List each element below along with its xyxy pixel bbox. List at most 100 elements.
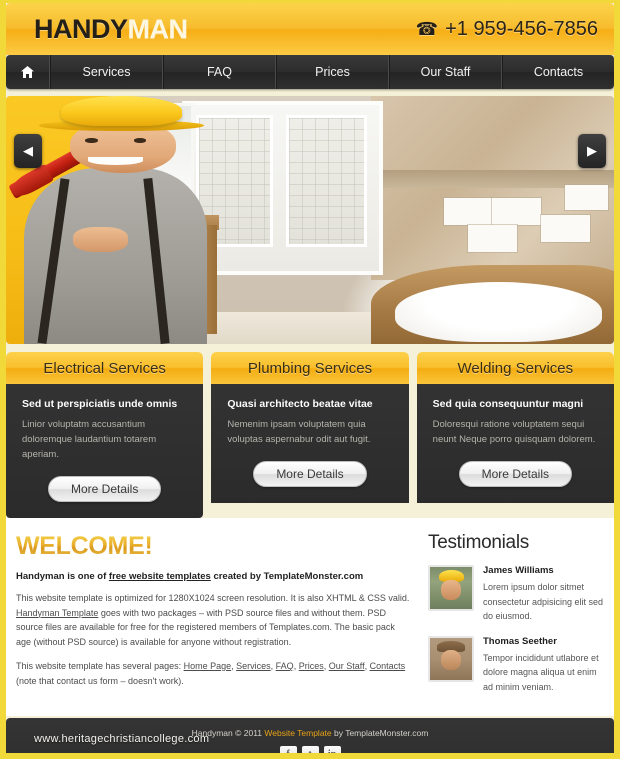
website-template-link[interactable]: Website Template [264,728,331,738]
page-root: HANDYMAN ☎ +1 959-456-7856 Services FAQ … [0,0,620,759]
more-details-button[interactable]: More Details [47,476,162,502]
service-text: Linior voluptatm accusantium doloremque … [22,419,157,460]
link-services[interactable]: Services [236,661,271,671]
lead-before: Handyman is one of [16,571,109,582]
testimonial-name: James Williams [483,565,554,576]
handyman-eye [85,138,98,143]
testimonial-body: Thomas Seether Tempor incididunt utlabor… [483,636,604,695]
phone-icon: ☎ [415,18,439,39]
hero-image [6,96,614,344]
chevron-right-icon: ▶ [587,143,597,158]
welcome-paragraph-2: This website template has several pages:… [16,661,406,686]
slider-next-button[interactable]: ▶ [578,134,606,168]
welcome-column: WELCOME! Handyman is one of free website… [16,532,412,706]
main-content: WELCOME! Handyman is one of free website… [6,518,614,716]
logo-primary: HANDY [34,13,128,44]
link-contacts[interactable]: Contacts [370,661,406,671]
testimonials-column: Testimonials James Williams Lorem ipsum … [428,532,604,706]
testimonial-text: Lorem ipsum dolor sitmet consectetur adp… [483,582,604,621]
service-button-wrap: More Details [433,461,598,487]
header-phone[interactable]: ☎ +1 959-456-7856 [416,18,598,41]
service-text: Doloresqui ratione voluptatem sequi neun… [432,419,596,445]
service-card-electrical: Electrical Services Sed ut perspiciatis … [6,352,204,518]
service-heading: Plumbing Services [211,352,409,384]
tile-square [492,197,542,225]
link-home-page[interactable]: Home Page [184,661,232,671]
hero-slider: ◀ ▶ [6,96,614,344]
para1-part-a: This website template is optimized for 1… [16,593,410,603]
page-title: WELCOME! [16,532,412,561]
site-logo[interactable]: HANDYMAN [34,14,188,45]
nav-label: Prices [315,65,350,79]
site-footer: Handyman © 2011 Website Template by Temp… [6,718,614,753]
service-body: Sed ut perspiciatis unde omnis Linior vo… [6,384,204,518]
testimonial-text: Tempor incididunt utlabore et dolore mag… [483,652,599,692]
nav-item-contacts[interactable]: Contacts [502,55,614,89]
nav-item-faq[interactable]: FAQ [163,55,276,89]
link-prices[interactable]: Prices [299,661,324,671]
nav-label: Contacts [533,65,584,79]
service-button-wrap: More Details [227,461,392,487]
tile-square [541,215,590,243]
nav-label: Our Staff [420,65,471,79]
page-inner: HANDYMAN ☎ +1 959-456-7856 Services FAQ … [6,3,614,753]
welcome-paragraph-1: This website template is optimized for 1… [16,591,412,649]
para2-part-a: This website template has several pages: [16,661,184,671]
linkedin-icon[interactable]: in [323,746,341,753]
glass-block-panel [286,114,368,248]
nav-label: Services [82,65,131,79]
service-heading: Welding Services [416,352,614,384]
lead-after: created by TemplateMonster.com [210,571,364,582]
para2-part-b: (note that contact us form – doesn't wor… [16,675,184,686]
more-details-button[interactable]: More Details [253,461,367,487]
handyman-eye [133,138,147,143]
service-card-welding: Welding Services Sed quia consequuntur m… [416,352,614,518]
tile-square [565,185,608,211]
twitter-icon[interactable]: t [301,746,319,753]
tile-square [468,224,517,253]
nav-label: FAQ [206,65,232,79]
footer-watermark: www.heritagechristiancollege.com [34,733,210,745]
link-faq[interactable]: FAQ [276,661,294,671]
service-title: Sed quia consequuntur magni [432,398,584,410]
service-body: Quasi architecto beatae vitae Nemenim ip… [211,384,409,503]
main-nav: Services FAQ Prices Our Staff Contacts [6,55,614,89]
nav-item-home[interactable] [6,55,50,89]
copyright-text-b: by TemplateMonster.com [331,728,429,738]
more-details-button[interactable]: More Details [458,461,572,487]
service-button-wrap: More Details [22,476,187,502]
testimonial-name: Thomas Seether [483,635,557,647]
testimonial-avatar [428,635,474,682]
free-website-templates-link[interactable]: free website templates [109,571,211,582]
testimonials-title: Testimonials [428,532,529,553]
testimonial-avatar [428,565,474,611]
welcome-lead: Handyman is one of free website template… [16,571,412,582]
nav-item-our-staff[interactable]: Our Staff [389,55,502,89]
service-title: Quasi architecto beatae vitae [227,398,373,410]
service-text: Nemenim ipsam voluptatem quia voluptas a… [227,419,371,445]
service-title: Sed ut perspiciatis unde omnis [22,398,178,410]
slider-prev-button[interactable]: ◀ [14,134,42,168]
handyman-fist [72,227,128,253]
bathtub [395,282,602,342]
chevron-left-icon: ◀ [23,143,33,158]
testimonial-body: James Williams Lorem ipsum dolor sitmet … [483,565,604,624]
phone-number: +1 959-456-7856 [445,17,598,40]
home-icon [21,66,34,78]
services-row: Electrical Services Sed ut perspiciatis … [6,352,614,518]
tile-square [443,197,493,225]
testimonial-item: Thomas Seether Tempor incididunt utlabor… [428,635,604,695]
nav-item-prices[interactable]: Prices [276,55,389,89]
site-header: HANDYMAN ☎ +1 959-456-7856 [6,3,614,55]
facebook-icon[interactable]: f [279,746,297,753]
handyman-template-link[interactable]: Handyman Template [16,608,98,618]
nav-item-services[interactable]: Services [50,55,163,89]
link-our-staff[interactable]: Our Staff [329,661,365,671]
service-heading: Electrical Services [6,352,204,384]
service-card-plumbing: Plumbing Services Quasi architecto beata… [211,352,409,518]
testimonial-item: James Williams Lorem ipsum dolor sitmet … [428,565,604,624]
service-body: Sed quia consequuntur magni Doloresqui r… [416,384,614,503]
social-links: f t in [6,746,614,753]
yellow-hard-hat [60,96,183,126]
logo-secondary: MAN [127,13,189,44]
